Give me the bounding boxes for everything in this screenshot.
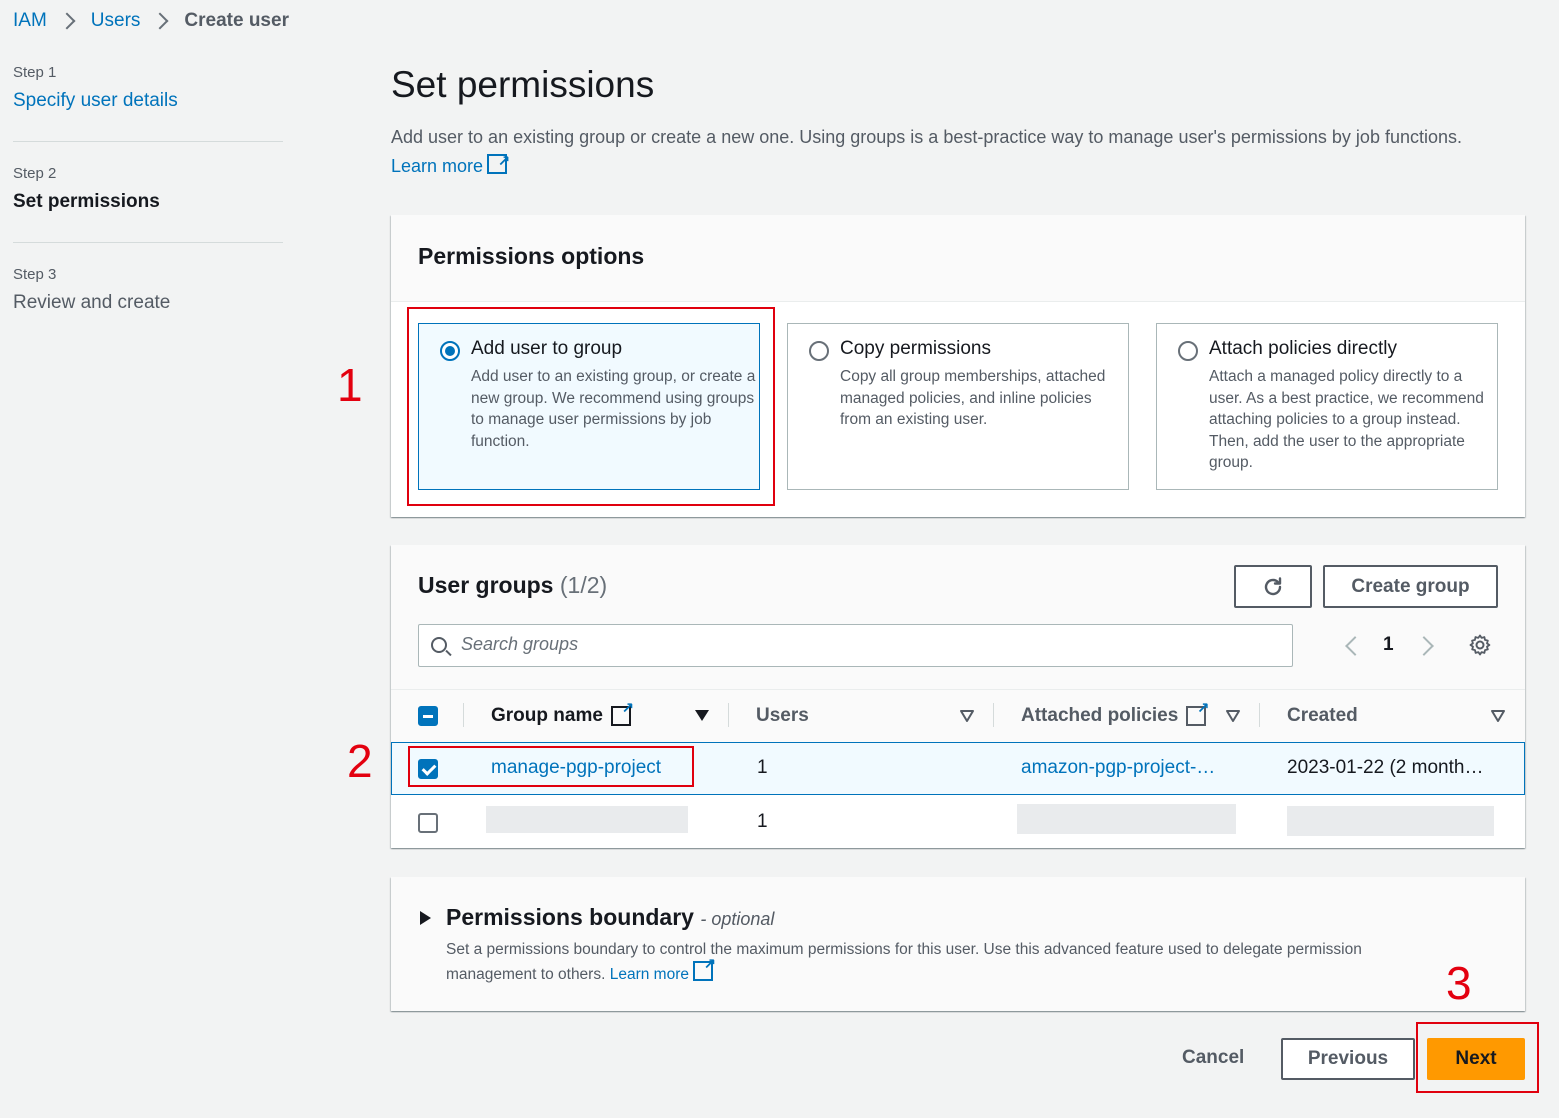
redacted-policies xyxy=(1017,804,1236,834)
user-groups-count: (1/2) xyxy=(559,572,608,598)
sort-descending-icon[interactable] xyxy=(695,710,709,721)
external-link-icon xyxy=(1186,699,1209,726)
option-description: Attach a managed policy directly to a us… xyxy=(1209,368,1484,471)
users-count: 1 xyxy=(757,811,768,832)
radio-button[interactable] xyxy=(1178,341,1198,361)
previous-button[interactable]: Previous xyxy=(1281,1038,1415,1080)
caret-right-icon[interactable] xyxy=(420,911,431,925)
column-divider xyxy=(1259,703,1260,727)
column-users[interactable]: Users xyxy=(756,705,809,727)
search-input[interactable] xyxy=(461,634,1241,655)
sort-icon[interactable] xyxy=(1225,709,1241,723)
option-description: Copy all group memberships, attached man… xyxy=(840,368,1106,428)
external-link-icon xyxy=(692,954,716,981)
page-title: Set permissions xyxy=(391,64,655,105)
step-2: Step 2 Set permissions xyxy=(13,165,160,213)
sort-icon[interactable] xyxy=(959,709,975,723)
annotation-box-1 xyxy=(407,307,775,506)
attached-policies-link[interactable]: amazon-pgp-project-… xyxy=(1021,757,1231,779)
annotation-box-2 xyxy=(408,746,694,787)
settings-gear-icon[interactable] xyxy=(1468,633,1492,657)
divider xyxy=(13,242,283,243)
breadcrumb: IAM Users Create user xyxy=(13,9,289,33)
page-description-text: Add user to an existing group or create … xyxy=(391,127,1462,147)
search-icon xyxy=(431,637,447,653)
redacted-group-name xyxy=(486,806,688,833)
cancel-button[interactable]: Cancel xyxy=(1182,1047,1244,1069)
step-number: Step 3 xyxy=(13,266,57,283)
boundary-description: Set a permissions boundary to control th… xyxy=(446,939,1446,985)
step-2-title: Set permissions xyxy=(13,191,160,212)
step-3: Step 3 Review and create xyxy=(13,266,170,314)
option-title: Attach policies directly xyxy=(1209,338,1397,359)
breadcrumb-users-link[interactable]: Users xyxy=(91,10,141,32)
row-checkbox[interactable] xyxy=(418,813,438,833)
column-attached-policies[interactable]: Attached policies xyxy=(1021,699,1209,727)
create-group-button[interactable]: Create group xyxy=(1323,565,1498,608)
learn-more-link[interactable]: Learn more xyxy=(609,954,716,983)
learn-more-link[interactable]: Learn more xyxy=(391,147,510,176)
users-count: 1 xyxy=(757,757,768,778)
boundary-description-text: Set a permissions boundary to control th… xyxy=(446,941,1362,983)
option-attach-policies[interactable]: Attach policies directly Attach a manage… xyxy=(1156,323,1498,490)
user-groups-title: User groups xyxy=(418,572,554,598)
boundary-title: Permissions boundary xyxy=(446,904,694,930)
breadcrumb-iam-link[interactable]: IAM xyxy=(13,10,47,32)
column-created[interactable]: Created xyxy=(1287,705,1358,727)
option-title: Copy permissions xyxy=(840,338,991,359)
permissions-boundary-heading[interactable]: Permissions boundary - optional xyxy=(446,904,774,931)
chevron-right-icon xyxy=(55,9,83,33)
column-divider xyxy=(463,703,464,727)
step-1-link[interactable]: Specify user details xyxy=(13,90,178,112)
boundary-optional: - optional xyxy=(700,909,775,929)
chevron-right-icon xyxy=(148,9,176,33)
created-date: 2023-01-22 (2 month… xyxy=(1287,757,1484,778)
column-label: Group name xyxy=(491,705,603,726)
learn-more-label: Learn more xyxy=(391,156,484,176)
breadcrumb-current: Create user xyxy=(184,10,289,31)
select-all-checkbox[interactable] xyxy=(418,706,438,726)
radio-button[interactable] xyxy=(809,341,829,361)
column-divider xyxy=(993,703,994,727)
annotation-number-1: 1 xyxy=(337,359,363,411)
external-link-icon xyxy=(610,699,634,726)
annotation-number-2: 2 xyxy=(347,735,373,787)
column-label: Attached policies xyxy=(1021,705,1179,726)
search-groups-field[interactable] xyxy=(418,624,1293,667)
annotation-number-3: 3 xyxy=(1446,957,1472,1009)
step-number: Step 1 xyxy=(13,64,57,81)
user-groups-heading: User groups (1/2) xyxy=(418,572,607,599)
refresh-icon xyxy=(1264,576,1282,595)
user-groups-panel: User groups (1/2) Create group 1 Group n… xyxy=(391,545,1525,848)
refresh-button[interactable] xyxy=(1234,565,1312,608)
step-3-title: Review and create xyxy=(13,292,171,313)
column-divider xyxy=(728,703,729,727)
page-description: Add user to an existing group or create … xyxy=(391,123,1491,181)
sort-icon[interactable] xyxy=(1490,709,1506,723)
permissions-options-heading: Permissions options xyxy=(418,243,645,269)
option-copy-permissions[interactable]: Copy permissions Copy all group membersh… xyxy=(787,323,1129,490)
divider xyxy=(13,141,283,142)
external-link-icon xyxy=(487,147,510,176)
learn-more-label: Learn more xyxy=(609,965,689,983)
step-number: Step 2 xyxy=(13,165,57,182)
redacted-created xyxy=(1287,806,1494,836)
page-number[interactable]: 1 xyxy=(1383,634,1394,656)
annotation-box-3 xyxy=(1416,1022,1539,1093)
step-1: Step 1 Specify user details xyxy=(13,64,178,112)
permissions-boundary-panel: Permissions boundary - optional Set a pe… xyxy=(391,877,1525,1011)
column-group-name[interactable]: Group name xyxy=(491,699,634,727)
